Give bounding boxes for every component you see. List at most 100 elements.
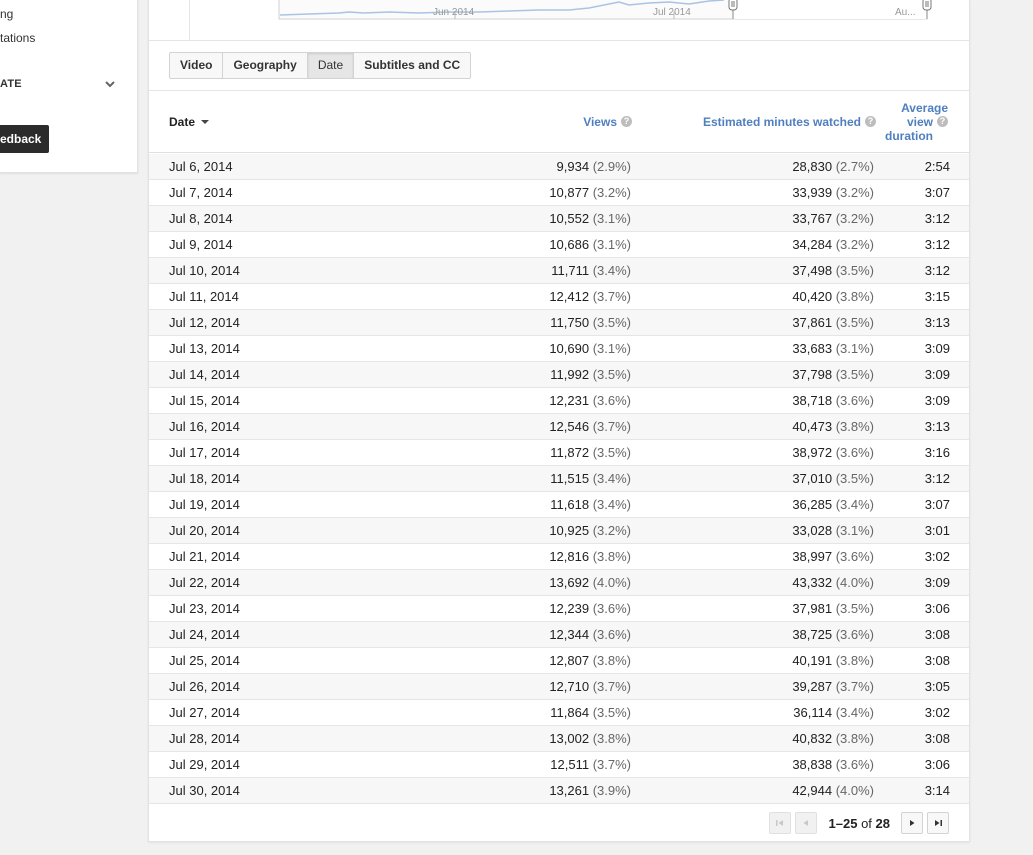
table-row: Jul 27, 2014 11,864 (3.5%) 36,114 (3.4%) 3:… [149,700,969,726]
help-icon[interactable]: ? [865,116,876,128]
cell-avg-duration: 3:09 [924,367,950,382]
column-header-views[interactable]: Views? [583,115,632,129]
minutes-value: 40,191 [792,653,833,668]
cell-date: Jul 14, 2014 [169,367,240,382]
minutes-percent: (3.7%) [835,679,874,694]
minutes-value: 33,683 [792,341,833,356]
views-value: 11,750 [550,315,590,330]
table-row: Jul 15, 2014 12,231 (3.6%) 38,718 (3.6%) 3:… [149,388,969,414]
last-page-button[interactable] [927,812,949,834]
views-percent: (3.5%) [592,367,631,382]
views-value: 12,816 [549,549,590,564]
table-row: Jul 23, 2014 12,239 (3.6%) 37,981 (3.5%) 3:… [149,596,969,622]
cell-avg-duration: 3:09 [924,393,950,408]
table-row: Jul 17, 2014 11,872 (3.5%) 38,972 (3.6%) 3:… [149,440,969,466]
views-value: 10,690 [549,341,590,356]
chevron-down-icon[interactable] [104,79,116,89]
timeline-chart [278,0,932,20]
views-percent: (3.7%) [592,679,631,694]
cell-minutes: 38,718 (3.6%) [792,388,874,413]
cell-views: 11,864 (3.5%) [550,700,631,725]
views-percent: (3.6%) [592,601,631,616]
cell-avg-duration: 3:07 [924,497,950,512]
cell-views: 12,239 (3.6%) [549,596,631,621]
minutes-percent: (4.0%) [835,575,874,590]
minutes-value: 42,944 [792,783,833,798]
cell-views: 11,992 (3.5%) [550,362,631,387]
column-header-avg-line2: view [906,115,933,129]
minutes-value: 33,028 [792,523,833,538]
views-value: 12,710 [549,679,590,694]
cell-minutes: 38,997 (3.6%) [792,544,874,569]
page-indicator: 1–25 of 28 [829,816,890,831]
cell-avg-duration: 3:07 [924,185,950,200]
cell-avg-duration: 3:09 [924,575,950,590]
column-header-date[interactable]: Date [169,115,210,129]
cell-date: Jul 21, 2014 [169,549,240,564]
previous-page-button[interactable] [794,812,817,834]
first-page-button[interactable] [768,812,791,834]
cell-views: 11,872 (3.5%) [550,440,631,465]
sidebar-section-label[interactable]: ATE [0,78,22,90]
views-value: 9,934 [556,159,590,174]
sidebar-item-partial-1[interactable]: ng [0,7,13,21]
minutes-percent: (3.6%) [835,757,874,772]
cell-avg-duration: 3:16 [924,445,950,460]
views-percent: (3.1%) [592,237,631,252]
cell-minutes: 42,944 (4.0%) [792,778,874,803]
dimension-tabs: Video Geography Date Subtitles and CC [169,52,472,79]
minutes-percent: (3.6%) [835,445,874,460]
tab-subtitles-cc[interactable]: Subtitles and CC [353,52,472,79]
chart-tick-label: Au... [895,7,916,18]
sort-descending-icon [201,119,210,124]
minutes-value: 37,798 [792,367,833,382]
cell-views: 11,515 (3.4%) [550,466,631,491]
minutes-percent: (3.2%) [835,185,874,200]
views-percent: (3.6%) [592,627,631,642]
cell-avg-duration: 3:12 [924,237,950,252]
last-page-icon [935,820,942,826]
help-icon[interactable]: ? [621,116,632,128]
cell-date: Jul 13, 2014 [169,341,240,356]
column-header-avg-duration[interactable]: Average view? duration [885,101,948,143]
tab-video[interactable]: Video [169,52,224,79]
column-header-minutes[interactable]: Estimated minutes watched? [703,115,876,129]
minutes-percent: (3.6%) [835,627,874,642]
report-card: Jun 2014 Jul 2014 Au... Video Geography … [148,0,970,842]
views-percent: (3.7%) [592,289,631,304]
column-header-views-label: Views [583,115,617,129]
views-percent: (3.1%) [592,341,631,356]
sidebar: ng tations ATE edback [0,0,138,173]
cell-minutes: 39,287 (3.7%) [792,674,874,699]
cell-avg-duration: 2:54 [924,159,950,174]
views-percent: (3.5%) [592,315,631,330]
table-row: Jul 25, 2014 12,807 (3.8%) 40,191 (3.8%) 3:… [149,648,969,674]
tab-date[interactable]: Date [306,52,355,79]
cell-avg-duration: 3:09 [924,341,950,356]
minutes-value: 28,830 [792,159,833,174]
minutes-value: 40,832 [792,731,833,746]
next-page-button[interactable] [901,812,923,834]
feedback-button[interactable]: edback [0,125,49,153]
table-row: Jul 24, 2014 12,344 (3.6%) 38,725 (3.6%) 3:… [149,622,969,648]
minutes-percent: (3.5%) [835,367,874,382]
column-header-minutes-label: Estimated minutes watched [702,115,861,129]
views-value: 12,807 [549,653,590,668]
sidebar-item-partial-2[interactable]: tations [0,31,35,45]
cell-date: Jul 8, 2014 [169,211,233,226]
views-value: 11,515 [550,471,590,486]
views-value: 13,002 [549,731,590,746]
views-value: 12,546 [549,419,590,434]
minutes-value: 34,284 [792,237,833,252]
page-total: 28 [875,815,890,831]
minutes-value: 40,420 [792,289,833,304]
minutes-percent: (3.5%) [835,263,874,278]
next-page-icon [910,820,915,826]
tab-geography[interactable]: Geography [222,52,308,79]
help-icon[interactable]: ? [937,116,948,128]
cell-date: Jul 12, 2014 [169,315,240,330]
views-percent: (3.7%) [592,757,631,772]
cell-date: Jul 20, 2014 [169,523,240,538]
views-percent: (3.5%) [592,445,631,460]
views-value: 11,992 [550,367,590,382]
